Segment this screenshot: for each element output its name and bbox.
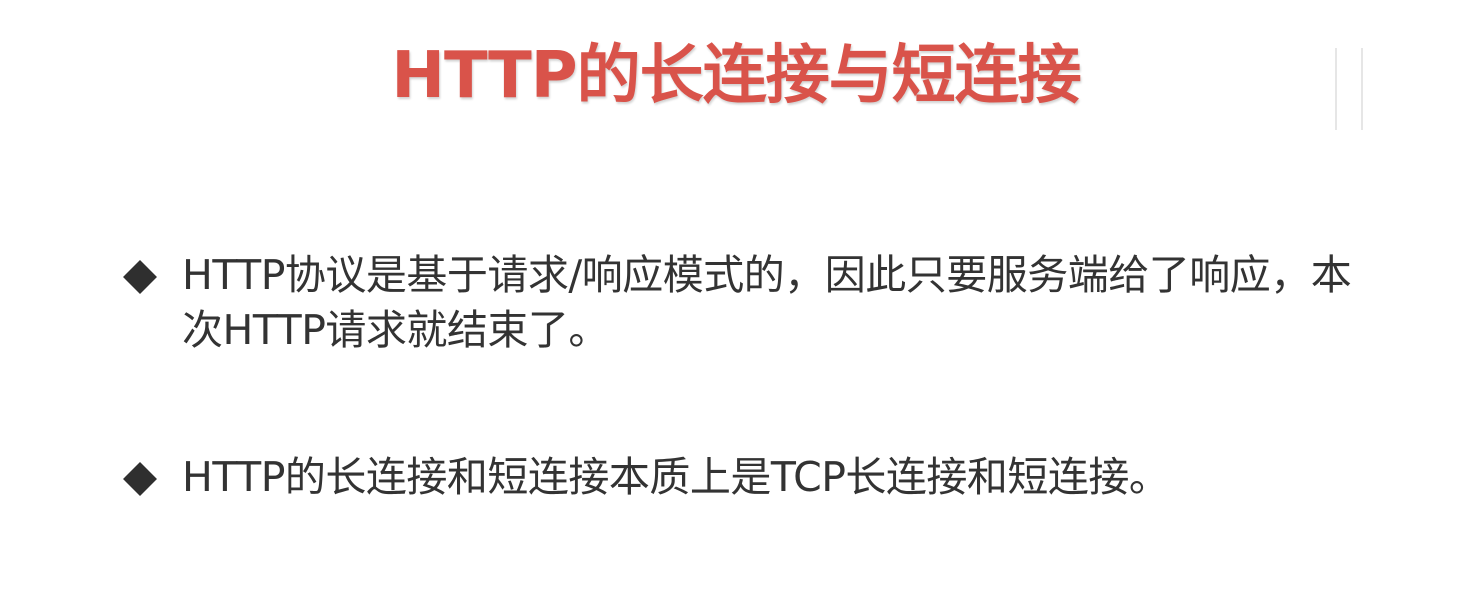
diamond-bullet-icon xyxy=(123,462,157,496)
divider-line xyxy=(1361,48,1363,130)
bullet-text-2: HTTP的长连接和短连接本质上是TCP长连接和短连接。 xyxy=(182,453,1170,501)
bullet-item-2: HTTP的长连接和短连接本质上是TCP长连接和短连接。 xyxy=(118,450,1358,505)
slide: HTTP的长连接与短连接 HTTP协议是基于请求/响应模式的，因此只要服务端给了… xyxy=(0,0,1472,598)
divider-line xyxy=(1335,48,1337,130)
bullet-text-1: HTTP协议是基于请求/响应模式的，因此只要服务端给了响应，本次HTTP请求就结… xyxy=(182,251,1352,354)
slide-title: HTTP的长连接与短连接 xyxy=(391,39,1081,113)
bullet-item-1: HTTP协议是基于请求/响应模式的，因此只要服务端给了响应，本次HTTP请求就结… xyxy=(118,248,1358,358)
diamond-bullet-icon xyxy=(123,260,157,294)
